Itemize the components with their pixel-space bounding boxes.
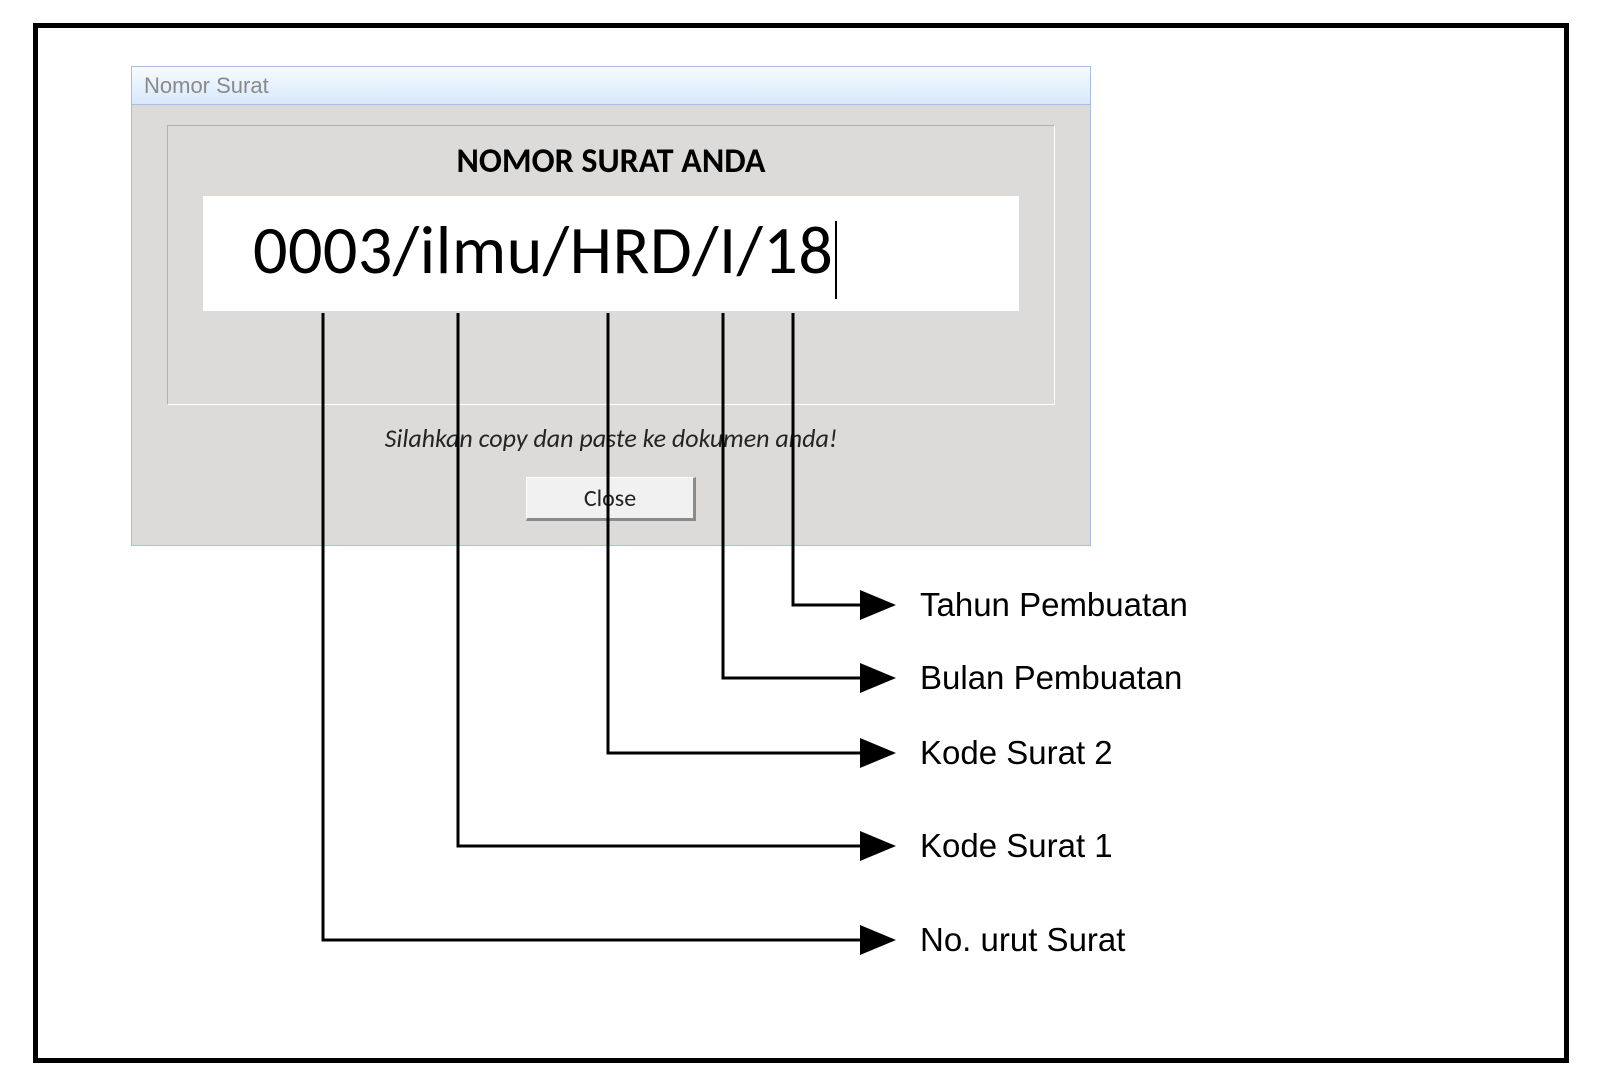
letter-number-value: 0003/ilmu/HRD/I/18 xyxy=(253,209,833,292)
dialog-heading: NOMOR SURAT ANDA xyxy=(168,141,1054,182)
nomor-surat-dialog: Nomor Surat NOMOR SURAT ANDA 0003/ilmu/H… xyxy=(131,66,1091,546)
number-display-box[interactable]: 0003/ilmu/HRD/I/18 xyxy=(203,196,1019,311)
label-kode-surat-2: Kode Surat 2 xyxy=(920,734,1113,772)
page: Nomor Surat NOMOR SURAT ANDA 0003/ilmu/H… xyxy=(0,0,1600,1085)
close-button[interactable]: Close xyxy=(526,477,696,521)
outer-frame: Nomor Surat NOMOR SURAT ANDA 0003/ilmu/H… xyxy=(33,23,1569,1063)
label-no-urut-surat: No. urut Surat xyxy=(920,921,1125,959)
content-frame: NOMOR SURAT ANDA 0003/ilmu/HRD/I/18 xyxy=(167,125,1055,405)
text-cursor xyxy=(835,221,837,299)
label-kode-surat-1: Kode Surat 1 xyxy=(920,827,1113,865)
dialog-titlebar[interactable]: Nomor Surat xyxy=(132,67,1090,105)
instruction-text: Silahkan copy dan paste ke dokumen anda! xyxy=(132,422,1090,454)
label-bulan-pembuatan: Bulan Pembuatan xyxy=(920,659,1182,697)
label-tahun-pembuatan: Tahun Pembuatan xyxy=(920,586,1188,624)
dialog-title: Nomor Surat xyxy=(144,73,269,99)
